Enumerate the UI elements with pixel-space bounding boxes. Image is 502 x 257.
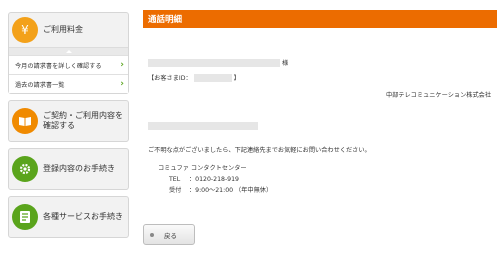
redacted-line (148, 122, 258, 130)
customer-id-close: 】 (233, 75, 240, 82)
main-content: 通話明細 様 【お客さまID： 】 中部テレコミュニケーション株式会社 ご不明な… (143, 10, 497, 245)
customer-name-line: 様 (148, 58, 288, 67)
hours-value: ：9:00～21:00 （年中無休） (188, 187, 273, 194)
yen-icon: ¥ (12, 17, 38, 43)
collapse-toggle[interactable] (9, 47, 128, 55)
contract-menu[interactable]: ご契約・ご利用内容を 確認する (8, 100, 129, 142)
customer-id-label: 【お客さまID： (148, 75, 192, 82)
billing-menu-header[interactable]: ¥ ご利用料金 (9, 13, 128, 47)
caret-up-icon (65, 50, 72, 53)
inquiry-text: ご不明な点がございましたら、下記連絡先までお気軽にお問い合わせください。 (148, 147, 371, 154)
tel-line: TEL ：0120-218-919 (169, 174, 239, 183)
company-name: 中部テレコミュニケーション株式会社 (385, 92, 491, 99)
hours-line: 受付 ：9:00～21:00 （年中無休） (169, 185, 272, 194)
back-button-label: 戻る (164, 231, 177, 240)
registration-menu-label: 登録内容のお手続き (43, 163, 115, 173)
customer-id-line: 【お客さまID： 】 (148, 73, 240, 82)
services-menu-header[interactable]: 各種サービスお手続き (9, 197, 128, 237)
gear-icon (12, 156, 38, 182)
redacted-text (148, 122, 258, 130)
sidebar-item-current-invoice[interactable]: 今月の請求書を詳しく確認する › (9, 55, 128, 74)
back-button[interactable]: 戻る (143, 224, 195, 245)
page-title: 通話明細 (143, 10, 497, 28)
registration-menu[interactable]: 登録内容のお手続き (8, 148, 129, 190)
services-menu-label: 各種サービスお手続き (43, 211, 123, 221)
checklist-icon (12, 204, 38, 230)
sidebar-item-label: 過去の請求書一覧 (15, 81, 65, 89)
contract-menu-label: ご契約・ご利用内容を 確認する (43, 111, 123, 132)
chevron-right-icon: › (120, 59, 124, 70)
redacted-name (148, 59, 280, 67)
sidebar: ¥ ご利用料金 今月の請求書を詳しく確認する › 過去の請求書一覧 › ご契約・… (8, 12, 129, 244)
redacted-customer-id (193, 74, 232, 82)
hours-label: 受付 (169, 187, 182, 194)
contract-label-line2: 確認する (43, 121, 75, 130)
registration-menu-header[interactable]: 登録内容のお手続き (9, 149, 128, 189)
sidebar-item-label: 今月の請求書を詳しく確認する (15, 62, 102, 70)
tel-value: ：0120-218-919 (188, 176, 239, 183)
sidebar-item-past-invoices[interactable]: 過去の請求書一覧 › (9, 74, 128, 93)
tel-label: TEL (169, 176, 181, 183)
book-icon (12, 108, 38, 134)
contact-center-name: コミュファ コンタクトセンター (158, 165, 247, 172)
chevron-right-icon: › (120, 78, 124, 89)
services-menu[interactable]: 各種サービスお手続き (8, 196, 129, 238)
contract-label-line1: ご契約・ご利用内容を (43, 110, 123, 120)
billing-menu-label: ご利用料金 (43, 24, 83, 34)
honorific: 様 (281, 60, 289, 67)
bullet-icon (150, 232, 154, 237)
contract-menu-header[interactable]: ご契約・ご利用内容を 確認する (9, 101, 128, 141)
billing-menu: ¥ ご利用料金 今月の請求書を詳しく確認する › 過去の請求書一覧 › (8, 12, 129, 94)
